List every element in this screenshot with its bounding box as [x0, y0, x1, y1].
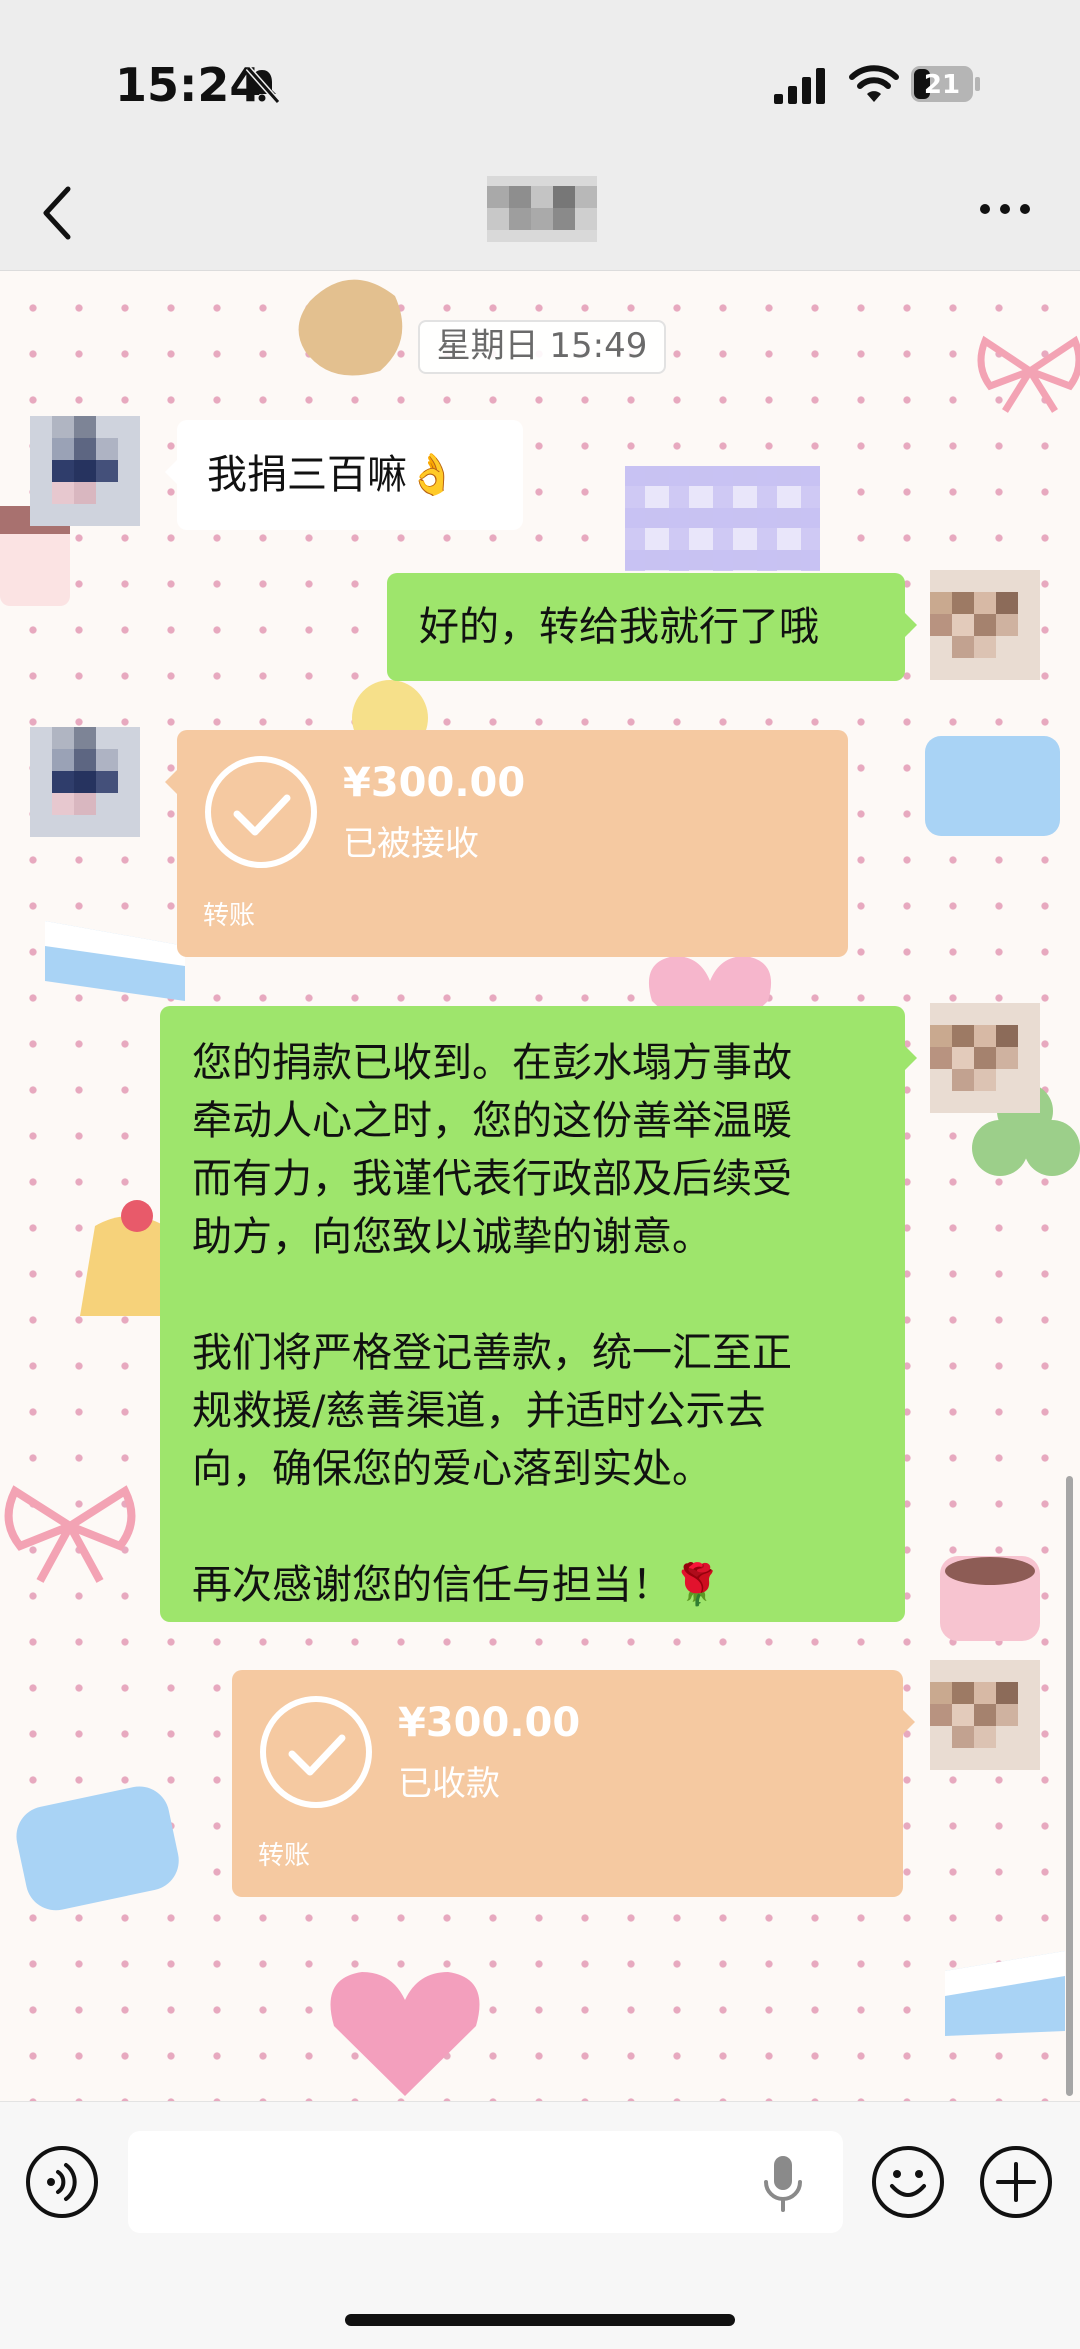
battery-level: 21	[923, 70, 961, 100]
microphone-icon[interactable]	[760, 2154, 806, 2214]
more-options-icon[interactable]	[978, 200, 1032, 218]
love-heart-sticker-icon	[330, 1972, 480, 2096]
ribbon-bow-sticker-icon	[4, 1485, 136, 1583]
transfer-status: 已收款	[398, 1764, 500, 1804]
message-line-blank	[192, 1498, 873, 1556]
message-line-blank	[192, 1266, 873, 1324]
contact-name-pixelated	[487, 176, 597, 242]
message-text: 好的，转给我就行了哦	[419, 604, 819, 650]
self-avatar[interactable]	[930, 1003, 1040, 1113]
message-line: 而有力，我谨代表行政部及后续受	[192, 1156, 792, 1202]
transfer-status: 已被接收	[343, 824, 479, 864]
teacup-sticker-icon	[940, 1556, 1040, 1641]
transfer-amount: ¥300.00	[398, 1700, 581, 1746]
check-circle-icon	[260, 1696, 372, 1808]
transfer-card-outgoing[interactable]: ¥300.00 已收款 转账	[232, 1670, 915, 1897]
message-text: 我捐三百嘛👌	[207, 452, 457, 498]
transfer-label: 转账	[258, 1841, 311, 1871]
lunchbox-sticker-icon	[16, 1786, 179, 1911]
gingham-patch-sticker-icon	[625, 466, 820, 571]
message-line: 助方，向您致以诚挚的谢意。	[192, 1214, 712, 1260]
message-line: 再次感谢您的信任与担当！🌹	[192, 1562, 722, 1608]
message-line: 向，确保您的爱心落到实处。	[192, 1446, 712, 1492]
back-chevron-icon[interactable]	[38, 183, 78, 243]
add-more-icon[interactable]	[978, 2144, 1054, 2220]
cake-slice-sticker-icon	[945, 1951, 1065, 2036]
emoji-icon[interactable]	[870, 2144, 946, 2220]
check-circle-icon	[205, 756, 317, 868]
home-indicator[interactable]	[345, 2314, 735, 2326]
transfer-card-incoming[interactable]: ¥300.00 已被接收 转账	[165, 730, 848, 957]
contact-avatar[interactable]	[30, 416, 140, 526]
message-input[interactable]	[128, 2131, 843, 2233]
outgoing-message-bubble[interactable]: 您的捐款已收到。在彭水塌方事故 牵动人心之时，您的这份善举温暖 而有力，我谨代表…	[160, 1006, 917, 1622]
outgoing-message-bubble[interactable]: 好的，转给我就行了哦	[387, 573, 917, 681]
chat-scrollbar[interactable]	[1066, 1476, 1073, 2096]
message-line: 牵动人心之时，您的这份善举温暖	[192, 1098, 792, 1144]
cellular-signal-icon	[774, 68, 825, 104]
cookie-sticker-icon	[298, 279, 403, 376]
status-time: 15:24	[115, 58, 262, 112]
cake-slice-sticker-icon	[45, 921, 185, 1001]
voice-input-icon[interactable]	[24, 2144, 100, 2220]
contact-avatar[interactable]	[30, 727, 140, 837]
cake-box-sticker-icon	[925, 736, 1060, 836]
bell-muted-icon	[245, 66, 281, 104]
incoming-message-bubble[interactable]: 我捐三百嘛👌	[165, 420, 523, 530]
message-line: 规救援/慈善渠道，并适时公示去	[192, 1388, 766, 1434]
message-line: 我们将严格登记善款，统一汇至正	[192, 1330, 792, 1376]
message-line: 您的捐款已收到。在彭水塌方事故	[192, 1040, 792, 1086]
wifi-icon	[849, 65, 899, 102]
ribbon-bow-sticker-icon	[977, 335, 1080, 413]
message-timestamp: 星期日 15:49	[418, 320, 666, 374]
transfer-label: 转账	[203, 901, 256, 931]
transfer-amount: ¥300.00	[343, 760, 526, 806]
self-avatar[interactable]	[930, 1660, 1040, 1770]
self-avatar[interactable]	[930, 570, 1040, 680]
